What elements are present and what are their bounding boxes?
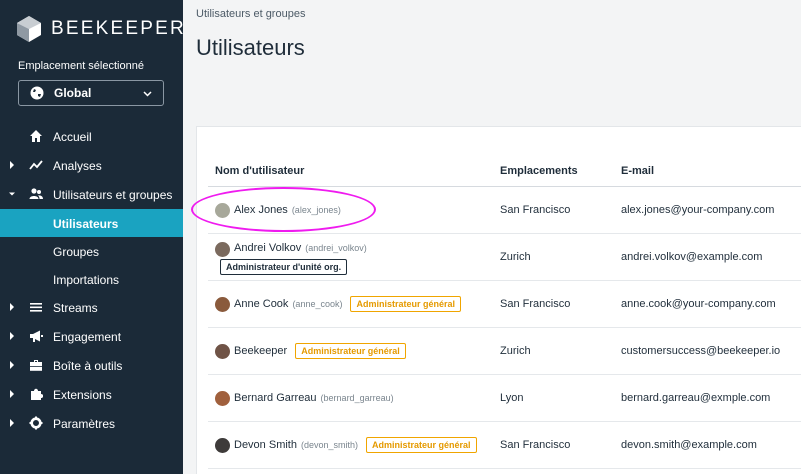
menu-lines-icon (30, 303, 42, 312)
column-header-name[interactable]: Nom d'utilisateur (215, 165, 304, 177)
user-handle: (andrei_volkov) (305, 243, 367, 253)
role-badge: Administrateur d'unité org. (220, 259, 348, 275)
sidebar-item-streams[interactable]: Streams (0, 293, 183, 322)
sidebar-subitem-importations[interactable]: Importations (0, 265, 183, 293)
user-email: alex.jones@your-company.com (621, 204, 775, 216)
user-handle: (devon_smith) (300, 440, 359, 450)
role-badge: Administrateur général (366, 437, 477, 453)
user-location: Zurich (500, 345, 531, 357)
user-handle: (alex_jones) (291, 205, 341, 215)
user-handle: (bernard_garreau) (320, 393, 394, 403)
sidebar-item-boite-a-outils[interactable]: Boîte à outils (0, 351, 183, 380)
brand-logo[interactable]: BEEKEEPER (17, 16, 186, 42)
avatar (215, 390, 230, 406)
user-location: San Francisco (500, 298, 571, 310)
user-handle: (anne_cook) (292, 299, 343, 309)
table-row[interactable]: Devon Smith (devon_smith) Administrateur… (208, 422, 801, 469)
user-location: Zurich (500, 251, 531, 263)
user-email: andrei.volkov@example.com (621, 251, 763, 263)
table-row[interactable]: Bernard Garreau (bernard_garreau) Lyon b… (208, 375, 801, 422)
location-select-value: Global (54, 86, 92, 100)
chevron-down-icon (143, 91, 152, 97)
sidebar-item-label: Utilisateurs et groupes (53, 187, 173, 202)
sidebar-item-label: Paramètres (53, 416, 116, 431)
sidebar-item-parametres[interactable]: Paramètres (0, 409, 183, 438)
table-row[interactable]: Alex Jones (alex_jones) San Francisco al… (208, 187, 801, 234)
avatar (215, 202, 230, 218)
caret-right-icon (10, 390, 14, 398)
sidebar-item-label: Accueil (53, 129, 92, 144)
users-icon (29, 188, 43, 199)
user-name-cell: Anne Cook (anne_cook) Administrateur gén… (215, 281, 462, 327)
sidebar-item-users-groups[interactable]: Utilisateurs et groupes (0, 180, 183, 209)
sidebar-item-label: Extensions (53, 387, 112, 402)
avatar (215, 242, 230, 257)
brand-name: BEEKEEPER (51, 18, 186, 39)
user-email: bernard.garreau@exmple.com (621, 392, 771, 404)
avatar (215, 296, 230, 312)
user-location: San Francisco (500, 439, 571, 451)
sidebar-item-label: Streams (53, 300, 98, 315)
avatar (215, 343, 230, 359)
role-badge: Administrateur général (295, 343, 406, 359)
home-icon (30, 130, 42, 142)
user-location: Lyon (500, 392, 524, 404)
table-row[interactable]: Anne Cook (anne_cook) Administrateur gén… (208, 281, 801, 328)
caret-down-icon (9, 192, 15, 196)
user-name[interactable]: Bernard Garreau (234, 392, 317, 404)
location-select[interactable]: Global (18, 80, 164, 106)
users-table-card: Nom d'utilisateur Emplacements E-mail Al… (196, 126, 801, 474)
caret-right-icon (10, 332, 14, 340)
user-email: devon.smith@example.com (621, 439, 757, 451)
user-name[interactable]: Alex Jones (234, 204, 288, 216)
beekeeper-logo-icon (17, 16, 41, 42)
sidebar-item-label: Boîte à outils (53, 358, 123, 373)
sidebar-item-label: Engagement (53, 329, 122, 344)
caret-right-icon (10, 303, 14, 311)
user-name[interactable]: Andrei Volkov (234, 242, 301, 254)
user-name[interactable]: Anne Cook (234, 298, 288, 310)
user-name-cell: Bernard Garreau (bernard_garreau) (215, 375, 394, 421)
sidebar-subitem-utilisateurs[interactable]: Utilisateurs (0, 209, 183, 237)
sidebar: BEEKEEPER Emplacement sélectionné Global… (0, 0, 186, 474)
user-name[interactable]: Devon Smith (234, 439, 297, 451)
sidebar-item-extensions[interactable]: Extensions (0, 380, 183, 409)
table-row[interactable]: Andrei Volkov (andrei_volkov) Administra… (208, 234, 801, 281)
sidebar-item-label: Analyses (53, 158, 102, 173)
column-header-email[interactable]: E-mail (621, 165, 654, 177)
sidebar-subitem-label: Importations (53, 273, 120, 287)
user-name[interactable]: Beekeeper (234, 345, 287, 357)
globe-icon (30, 86, 44, 100)
sidebar-item-analyses[interactable]: Analyses (0, 151, 183, 180)
role-badge: Administrateur général (350, 296, 462, 312)
page-title: Utilisateurs (196, 35, 305, 60)
gear-icon (29, 416, 43, 430)
sidebar-subitem-groupes[interactable]: Groupes (0, 237, 183, 265)
user-name-cell: Beekeeper Administrateur général (215, 328, 406, 374)
breadcrumb[interactable]: Utilisateurs et groupes (196, 8, 305, 20)
column-header-locations[interactable]: Emplacements (500, 165, 578, 177)
toolbox-icon (30, 360, 42, 371)
caret-right-icon (10, 361, 14, 369)
sidebar-subitem-label: Utilisateurs (53, 217, 119, 231)
caret-right-icon (10, 161, 14, 169)
chart-line-icon (29, 160, 43, 170)
sidebar-nav: Accueil Analyses Utilisateurs et groupes… (0, 122, 183, 438)
sidebar-item-accueil[interactable]: Accueil (0, 122, 183, 151)
table-row[interactable]: Beekeeper Administrateur général Zurich … (208, 328, 801, 375)
avatar (215, 437, 230, 453)
puzzle-icon (31, 388, 43, 400)
sidebar-subitem-label: Groupes (53, 245, 100, 259)
caret-right-icon (10, 419, 14, 427)
user-name-cell: Alex Jones (alex_jones) (215, 187, 341, 233)
location-label: Emplacement sélectionné (18, 60, 144, 72)
sidebar-item-engagement[interactable]: Engagement (0, 322, 183, 351)
megaphone-icon (30, 330, 43, 342)
user-location: San Francisco (500, 204, 571, 216)
user-name-cell: Devon Smith (devon_smith) Administrateur… (215, 422, 477, 468)
user-email: anne.cook@your-company.com (621, 298, 776, 310)
user-email: customersuccess@beekeeper.io (621, 345, 781, 357)
